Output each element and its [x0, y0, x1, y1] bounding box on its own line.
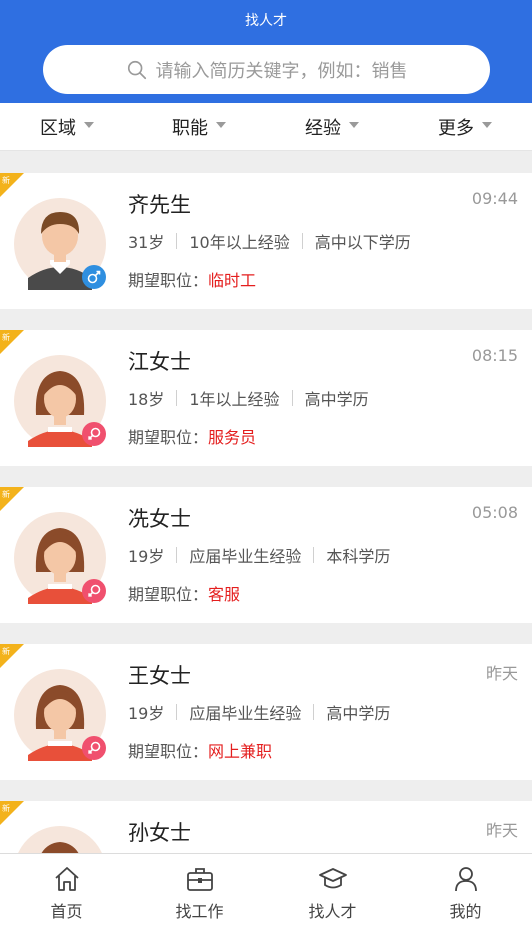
update-time: 09:44: [471, 189, 518, 208]
desired-position: 期望职位：客服: [128, 581, 240, 605]
nav-find-talent[interactable]: 找人才: [266, 854, 399, 925]
new-badge: 新: [0, 644, 24, 668]
candidate-age: 31岁: [128, 233, 165, 252]
candidate-name: 冼女士: [128, 507, 191, 531]
candidate-name: 王女士: [128, 664, 191, 688]
candidate-info: 19岁 应届毕业生经验 本科学历: [128, 543, 390, 567]
caret-down-icon: [216, 122, 226, 128]
desired-position-value: 服务员: [208, 428, 257, 447]
desired-position: 期望职位：网上兼职: [128, 738, 272, 762]
female-icon: [82, 579, 106, 603]
candidate-name: 齐先生: [128, 193, 191, 217]
nav-label: 我的: [449, 902, 482, 921]
update-time: 05:08: [471, 503, 518, 522]
badge-text: 新: [2, 803, 10, 813]
candidate-card[interactable]: 新 齐先生 09:44 31岁 10年以上经验 高中以下学历 期望职位：临时工: [0, 173, 532, 309]
male-icon: [82, 265, 106, 289]
new-badge: 新: [0, 487, 24, 511]
nav-label: 首页: [50, 902, 83, 921]
caret-down-icon: [84, 122, 94, 128]
caret-down-icon: [482, 122, 492, 128]
female-icon: [82, 422, 106, 446]
desired-position-label: 期望职位：: [128, 428, 209, 447]
candidate-experience: 1年以上经验: [189, 390, 280, 409]
filter-label: 更多: [438, 118, 474, 139]
desired-position-label: 期望职位：: [128, 271, 209, 290]
filter-experience[interactable]: 经验: [305, 103, 359, 151]
divider: [291, 390, 293, 406]
home-icon: [54, 867, 79, 891]
new-badge: 新: [0, 330, 24, 354]
female-icon: [82, 736, 106, 760]
nav-home[interactable]: 首页: [0, 854, 133, 925]
divider: [176, 233, 178, 249]
candidate-education: 高中学历: [326, 704, 391, 723]
page-title: 找人才: [245, 13, 287, 29]
desired-position-value: 客服: [208, 585, 241, 604]
graduation-cap-icon: [318, 868, 347, 889]
app: 找人才 请输入简历关键字，例如：销售 区域 职能 经验 更多 新 齐先生 09:…: [0, 0, 532, 925]
candidate-education: 高中以下学历: [314, 233, 411, 252]
nav-mine[interactable]: 我的: [399, 854, 532, 925]
badge-text: 新: [2, 646, 10, 656]
desired-position-value: 临时工: [208, 271, 257, 290]
candidate-age: 19岁: [128, 704, 165, 723]
filter-label: 经验: [305, 118, 341, 139]
divider: [176, 547, 178, 563]
divider: [301, 233, 303, 249]
candidate-age: 19岁: [128, 547, 165, 566]
new-badge: 新: [0, 173, 24, 197]
divider: [176, 704, 178, 720]
candidate-experience: 应届毕业生经验: [189, 547, 302, 566]
desired-position: 期望职位：服务员: [128, 424, 256, 448]
candidate-experience: 10年以上经验: [189, 233, 290, 252]
badge-text: 新: [2, 489, 10, 499]
header: 找人才 请输入简历关键字，例如：销售: [0, 0, 532, 103]
nav-label: 找人才: [308, 902, 357, 921]
candidate-card[interactable]: 新 江女士 08:15 18岁 1年以上经验 高中学历 期望职位：服务员: [0, 330, 532, 466]
candidate-info: 31岁 10年以上经验 高中以下学历: [128, 229, 411, 253]
update-time: 昨天: [485, 664, 518, 683]
divider: [313, 704, 315, 720]
filter-more[interactable]: 更多: [438, 103, 492, 151]
candidate-experience: 应届毕业生经验: [189, 704, 302, 723]
candidate-card[interactable]: 新 王女士 昨天 19岁 应届毕业生经验 高中学历 期望职位：网上兼职: [0, 644, 532, 780]
new-badge: 新: [0, 801, 24, 825]
search-placeholder: 请输入简历关键字，例如：销售: [155, 60, 408, 82]
search-icon: [127, 60, 146, 79]
candidate-list: 新 齐先生 09:44 31岁 10年以上经验 高中以下学历 期望职位：临时工 …: [0, 151, 532, 853]
desired-position-label: 期望职位：: [128, 585, 209, 604]
badge-text: 新: [2, 332, 10, 342]
candidate-card[interactable]: 新 冼女士 05:08 19岁 应届毕业生经验 本科学历 期望职位：客服: [0, 487, 532, 623]
briefcase-icon: [186, 868, 213, 891]
user-icon: [454, 867, 477, 892]
candidate-education: 高中学历: [304, 390, 369, 409]
avatar-female: [18, 826, 102, 853]
nav-find-job[interactable]: 找工作: [133, 854, 266, 925]
divider: [313, 547, 315, 563]
candidate-age: 18岁: [128, 390, 165, 409]
update-time: 昨天: [485, 821, 518, 840]
badge-text: 新: [2, 175, 10, 185]
filter-function[interactable]: 职能: [172, 103, 226, 151]
candidate-name: 江女士: [128, 350, 191, 374]
filter-label: 职能: [172, 118, 208, 139]
candidate-card[interactable]: 新 孙女士 昨天: [0, 801, 532, 853]
divider: [176, 390, 178, 406]
candidate-info: 19岁 应届毕业生经验 高中学历: [128, 700, 390, 724]
candidate-info: 18岁 1年以上经验 高中学历: [128, 386, 369, 410]
update-time: 08:15: [471, 346, 518, 365]
desired-position-label: 期望职位：: [128, 742, 209, 761]
desired-position: 期望职位：临时工: [128, 267, 256, 291]
candidate-education: 本科学历: [326, 547, 391, 566]
nav-label: 找工作: [175, 902, 224, 921]
filter-bar: 区域 职能 经验 更多: [0, 103, 532, 151]
bottom-nav: 首页 找工作 找人才 我的: [0, 853, 532, 925]
candidate-name: 孙女士: [128, 821, 191, 845]
desired-position-value: 网上兼职: [208, 742, 273, 761]
search-input[interactable]: 请输入简历关键字，例如：销售: [43, 45, 490, 94]
filter-label: 区域: [40, 118, 76, 139]
caret-down-icon: [349, 122, 359, 128]
filter-region[interactable]: 区域: [40, 103, 94, 151]
